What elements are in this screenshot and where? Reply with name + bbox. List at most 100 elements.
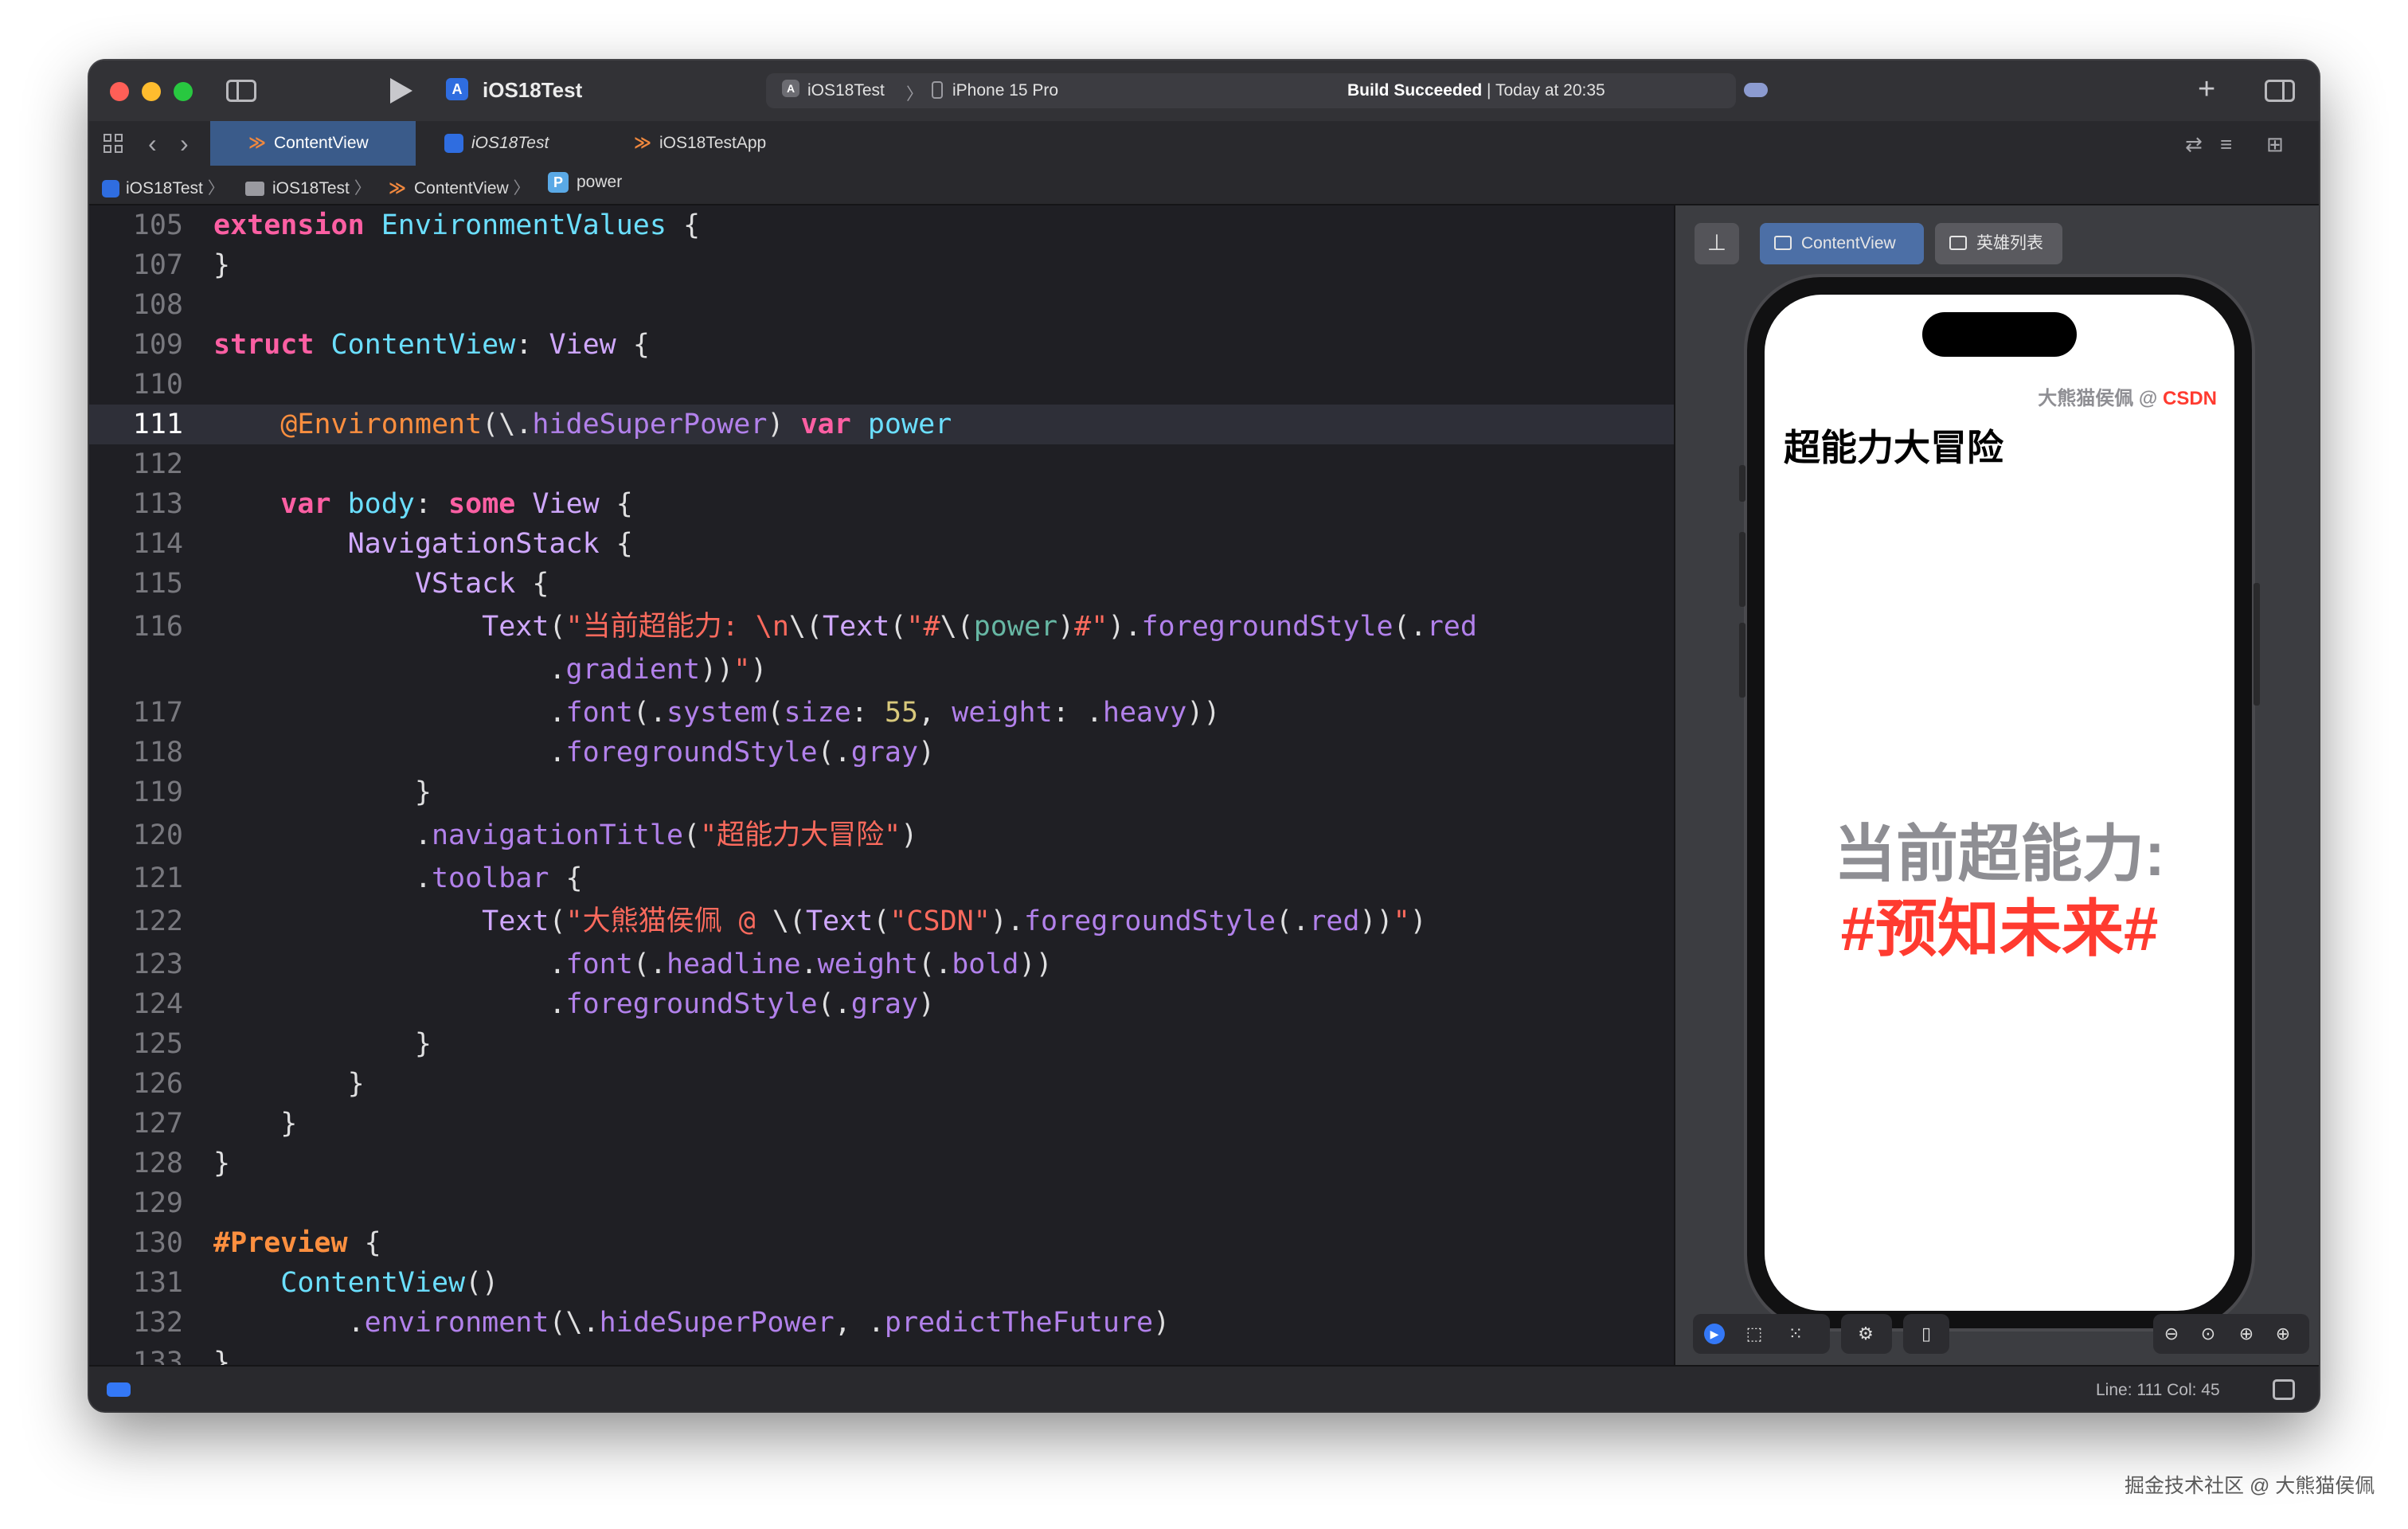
- code-text: ContentView(): [280, 1267, 499, 1299]
- code-line[interactable]: 116 Text("当前超能力: \n\(Text("#\(power)#").…: [89, 607, 1674, 647]
- breadcrumb-folder[interactable]: iOS18Test 〉: [245, 175, 371, 199]
- code-text: struct ContentView: View {: [213, 329, 650, 361]
- add-library-icon[interactable]: +: [2198, 73, 2215, 105]
- preview-tab-hero-list[interactable]: 英雄列表: [1935, 223, 2062, 264]
- tab-ios18testapp[interactable]: ≫ iOS18TestApp: [634, 121, 825, 166]
- code-line[interactable]: 110: [89, 365, 1674, 405]
- line-number: 108: [132, 289, 183, 321]
- code-line[interactable]: 105 extension EnvironmentValues {: [89, 205, 1674, 245]
- debug-area-toggle-icon[interactable]: [107, 1382, 131, 1397]
- code-line[interactable]: 107}: [89, 245, 1674, 285]
- code-line[interactable]: 129: [89, 1183, 1674, 1223]
- code-line[interactable]: .gradient))"): [89, 650, 1674, 690]
- power-value: #预知未来#: [1840, 894, 2159, 964]
- line-number: 110: [132, 369, 183, 401]
- swift-icon: ≫: [634, 134, 651, 152]
- scheme-selector[interactable]: iOS18Test: [807, 81, 885, 100]
- window-toolbar: A iOS18Test A iOS18Test 〉 iPhone 15 Pro …: [89, 61, 2319, 123]
- action-button: [1739, 465, 1745, 502]
- build-status-time: | Today at 20:35: [1482, 81, 1605, 100]
- code-line[interactable]: 113 var body: some View {: [89, 484, 1674, 524]
- breadcrumb-symbol[interactable]: Ppower: [548, 172, 622, 193]
- tab-ios18test[interactable]: iOS18Test: [444, 121, 604, 166]
- property-icon: P: [548, 172, 569, 193]
- preview-tab-contentview[interactable]: ContentView: [1760, 223, 1924, 264]
- related-items-grid-icon[interactable]: [104, 134, 124, 154]
- zoom-window-button[interactable]: [174, 82, 193, 101]
- source-editor[interactable]: 105 extension EnvironmentValues {107} 108 1…: [89, 205, 1674, 1365]
- line-number: 130: [132, 1227, 183, 1259]
- tab-contentview[interactable]: ≫ ContentView: [210, 121, 416, 166]
- code-line[interactable]: 108: [89, 285, 1674, 325]
- code-line[interactable]: 118 .foregroundStyle(.gray): [89, 733, 1674, 772]
- code-line[interactable]: 126 }: [89, 1064, 1674, 1104]
- tab-label: iOS18TestApp: [659, 134, 767, 152]
- zoom-in-icon[interactable]: ⊕: [2273, 1324, 2293, 1344]
- iphone-frame: 大熊猫侯佩 @ CSDN 超能力大冒险 当前超能力: #预知未来#: [1739, 277, 2260, 1328]
- back-arrow-icon[interactable]: ‹: [148, 129, 157, 158]
- line-number: 117: [132, 697, 183, 729]
- code-line[interactable]: 122 Text("大熊猫侯佩 @ \(Text("CSDN").foregro…: [89, 901, 1674, 941]
- navigator-toggle-icon[interactable]: [226, 80, 256, 102]
- code-line[interactable]: 124 .foregroundStyle(.gray): [89, 984, 1674, 1024]
- breadcrumb-label: iOS18Test: [272, 179, 350, 197]
- code-line[interactable]: 112: [89, 444, 1674, 484]
- zoom-group: ⊖ ⊙ ⊕ ⊕: [2153, 1314, 2309, 1354]
- code-line[interactable]: 120 .navigationTitle("超能力大冒险"): [89, 815, 1674, 855]
- code-line[interactable]: 121 .toolbar {: [89, 858, 1674, 898]
- code-text: .toolbar {: [213, 862, 583, 894]
- code-line[interactable]: 127 }: [89, 1104, 1674, 1144]
- code-line[interactable]: 115 VStack {: [89, 564, 1674, 604]
- line-number: 124: [132, 988, 183, 1020]
- line-number: 113: [132, 488, 183, 520]
- app-icon: A: [446, 78, 468, 100]
- breadcrumb-file[interactable]: ≫ ContentView 〉: [389, 175, 530, 199]
- code-line[interactable]: 132 .environment(\.hideSuperPower, .pred…: [89, 1303, 1674, 1343]
- iphone-icon: [932, 81, 943, 99]
- editor-options-icon[interactable]: ≡: [2220, 132, 2232, 157]
- code-text: #Preview {: [213, 1227, 381, 1259]
- code-text: VStack {: [414, 568, 549, 600]
- code-text: .navigationTitle("超能力大冒险"): [213, 819, 918, 851]
- variants-icon[interactable]: ⁙: [1785, 1324, 1806, 1344]
- nav-toolbar-item: 大熊猫侯佩 @ CSDN: [2038, 382, 2217, 410]
- swap-icon[interactable]: ⇄: [2185, 132, 2203, 157]
- destination-selector[interactable]: iPhone 15 Pro: [952, 81, 1058, 100]
- breadcrumb-project[interactable]: iOS18Test 〉: [102, 175, 225, 199]
- code-line[interactable]: 117 .font(.system(size: 55, weight: .hea…: [89, 693, 1674, 733]
- line-number: 129: [132, 1187, 183, 1219]
- code-line[interactable]: 128}: [89, 1144, 1674, 1183]
- forward-arrow-icon[interactable]: ›: [180, 129, 189, 158]
- device-settings-icon[interactable]: ⚙: [1855, 1324, 1876, 1344]
- live-preview-icon[interactable]: ▶: [1704, 1324, 1725, 1344]
- zoom-actual-icon[interactable]: ⊙: [2198, 1324, 2218, 1344]
- line-number: 115: [132, 568, 183, 600]
- device-icon[interactable]: ▯: [1916, 1324, 1937, 1344]
- code-line[interactable]: 123 .font(.headline.weight(.bold)): [89, 944, 1674, 984]
- code-line[interactable]: 130 #Preview {: [89, 1223, 1674, 1263]
- add-editor-icon[interactable]: ⊞: [2266, 132, 2284, 157]
- code-text: @Environment(\.hideSuperPower) var power: [280, 409, 952, 440]
- code-line[interactable]: 131 ContentView(): [89, 1263, 1674, 1303]
- code-line[interactable]: 111 @Environment(\.hideSuperPower) var p…: [89, 405, 1674, 444]
- line-number: 121: [132, 862, 183, 894]
- cloud-icon[interactable]: [1744, 83, 1768, 97]
- inspector-toggle-icon[interactable]: [2265, 80, 2295, 102]
- code-line[interactable]: 133}: [89, 1343, 1674, 1365]
- minimize-window-button[interactable]: [142, 82, 161, 101]
- line-number: 127: [132, 1108, 183, 1140]
- code-line[interactable]: 125 }: [89, 1024, 1674, 1064]
- code-text: }: [213, 1028, 432, 1060]
- code-line[interactable]: 109 struct ContentView: View {: [89, 325, 1674, 365]
- debug-panel-toggle-icon[interactable]: [2273, 1379, 2295, 1400]
- zoom-fit-icon[interactable]: ⊕: [2236, 1324, 2257, 1344]
- close-window-button[interactable]: [110, 82, 129, 101]
- swift-icon: ≫: [248, 134, 266, 152]
- zoom-out-icon[interactable]: ⊖: [2161, 1324, 2182, 1344]
- code-line[interactable]: 119 }: [89, 772, 1674, 812]
- code-text: NavigationStack {: [347, 528, 633, 560]
- code-line[interactable]: 114 NavigationStack {: [89, 524, 1674, 564]
- selectable-mode-icon[interactable]: ⬚: [1744, 1324, 1765, 1344]
- run-button[interactable]: [390, 78, 412, 104]
- pin-preview-icon[interactable]: ⊥: [1695, 223, 1739, 264]
